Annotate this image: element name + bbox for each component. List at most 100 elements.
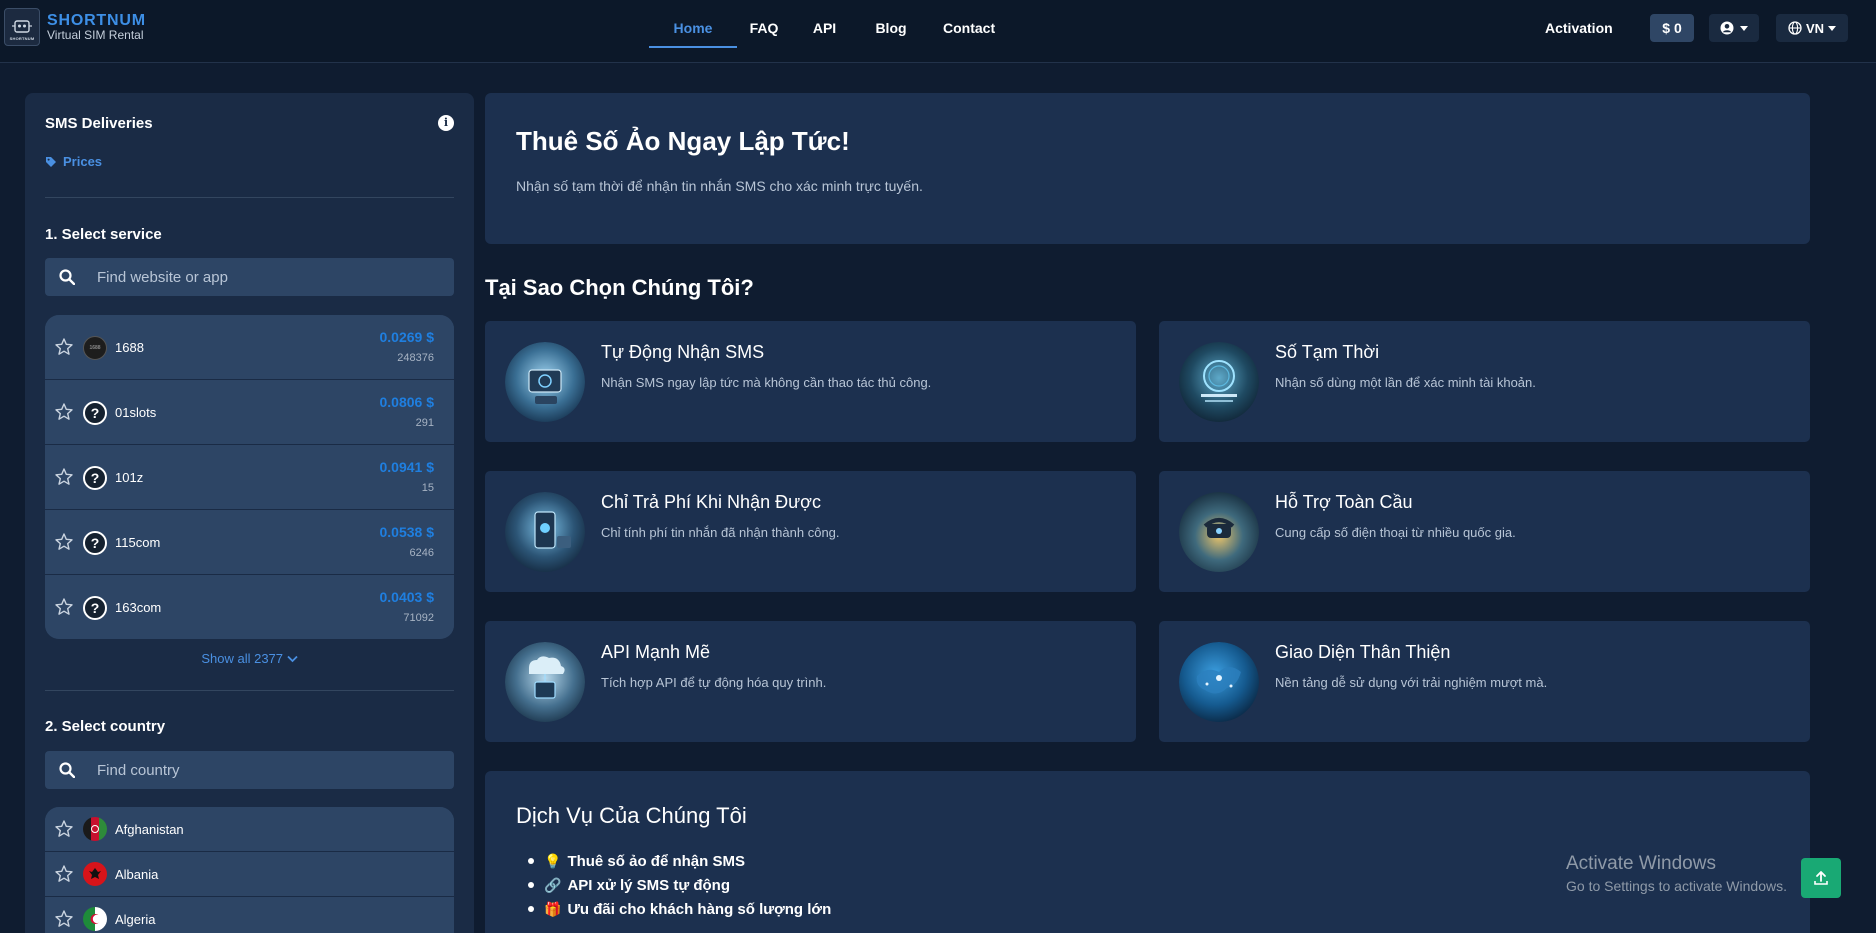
service-count: 291	[415, 417, 434, 429]
hero-banner: Thuê Số Ảo Ngay Lập Tức! Nhận số tạm thờ…	[485, 93, 1810, 244]
activation-link[interactable]: Activation	[1545, 20, 1613, 36]
chevron-down-icon	[1740, 25, 1748, 31]
gift-icon: 🎁	[544, 900, 562, 917]
globe-icon	[1788, 21, 1802, 35]
service-price: 0.0806 $	[379, 394, 435, 410]
star-icon[interactable]	[54, 864, 74, 884]
service-search[interactable]	[45, 258, 454, 296]
hero-title: Thuê Số Ảo Ngay Lập Tức!	[516, 126, 850, 156]
user-menu-button[interactable]	[1709, 14, 1759, 42]
feature-title: Chỉ Trả Phí Khi Nhận Được	[601, 492, 821, 512]
service-row-01slots[interactable]: ? 01slots 0.0806 $ 291	[45, 380, 454, 445]
sim-robot-icon	[12, 20, 32, 33]
afghanistan-flag-icon	[83, 817, 107, 841]
feature-desc: Nhận số dùng một lần để xác minh tài kho…	[1275, 375, 1536, 390]
service-name: 101z	[115, 470, 144, 485]
star-icon[interactable]	[54, 597, 74, 617]
star-icon[interactable]	[54, 909, 74, 929]
question-icon: ?	[83, 531, 107, 555]
sms-deliveries-panel: SMS Deliveries i Prices 1. Select servic…	[25, 93, 474, 933]
country-search-input[interactable]	[89, 761, 429, 779]
scroll-to-top-button[interactable]	[1801, 858, 1841, 898]
feature-desc: Nền tảng dễ sử dụng với trải nghiệm mượt…	[1275, 675, 1548, 690]
global-support-image	[1179, 492, 1259, 572]
question-icon: ?	[83, 466, 107, 490]
info-icon[interactable]: i	[438, 115, 454, 131]
feature-card-powerful-api: API Mạnh Mẽ Tích hợp API để tự động hóa …	[485, 621, 1136, 742]
country-search[interactable]	[45, 751, 454, 789]
logo-text: SHORTNUM	[9, 35, 35, 41]
windows-activation-watermark: Activate Windows Go to Settings to activ…	[1566, 852, 1787, 896]
brand[interactable]: SHORTNUM SHORTNUM Virtual SIM Rental	[4, 8, 146, 46]
feature-title: API Mạnh Mẽ	[601, 642, 711, 662]
feature-title: Số Tạm Thời	[1275, 342, 1380, 362]
temporary-number-image	[1179, 342, 1259, 422]
service-price: 0.0941 $	[379, 459, 435, 475]
feature-card-temporary-number: Số Tạm Thời Nhận số dùng một lần để xác …	[1159, 321, 1810, 442]
country-row-albania[interactable]: Albania	[45, 852, 454, 897]
service-row-115com[interactable]: ? 115com 0.0538 $ 6246	[45, 510, 454, 575]
feature-desc: Tích hợp API để tự động hóa quy trình.	[601, 675, 827, 690]
service-price: 0.0403 $	[379, 589, 435, 605]
language-selector[interactable]: VN	[1776, 14, 1848, 42]
service-search-input[interactable]	[89, 268, 429, 286]
user-circle-icon	[1720, 21, 1734, 35]
show-all-services-link[interactable]: Show all 2377	[25, 651, 474, 666]
country-name: Afghanistan	[115, 822, 184, 837]
feature-title: Tự Động Nhận SMS	[601, 342, 765, 362]
services-list-item: 🔗 API xử lý SMS tự động	[516, 873, 831, 897]
service-row-101z[interactable]: ? 101z 0.0941 $ 15	[45, 445, 454, 510]
algeria-flag-icon	[83, 907, 107, 931]
nav-blog[interactable]: Blog	[875, 0, 907, 48]
question-icon: ?	[83, 401, 107, 425]
feature-title: Hỗ Trợ Toàn Cầu	[1275, 492, 1413, 512]
nav-api[interactable]: API	[812, 0, 837, 48]
lightbulb-icon: 💡	[544, 852, 562, 869]
service-name: 115com	[115, 535, 161, 550]
services-list-item: 💡 Thuê số ảo để nhận SMS	[516, 849, 831, 873]
services-title: Dịch Vụ Của Chúng Tôi	[516, 803, 747, 828]
service-count: 6246	[409, 547, 434, 559]
nav-faq[interactable]: FAQ	[749, 0, 779, 48]
feature-desc: Cung cấp số điện thoại từ nhiều quốc gia…	[1275, 525, 1516, 540]
link-icon: 🔗	[544, 876, 562, 893]
services-list: 💡 Thuê số ảo để nhận SMS 🔗 API xử lý SMS t…	[516, 849, 831, 921]
logo: SHORTNUM	[4, 8, 40, 46]
upload-arrow-icon	[1814, 871, 1828, 885]
star-icon[interactable]	[54, 532, 74, 552]
country-name: Albania	[115, 867, 159, 882]
panel-title: SMS Deliveries	[45, 115, 153, 132]
nav-contact[interactable]: Contact	[943, 0, 995, 48]
main-nav: Home FAQ API Blog Contact	[649, 0, 995, 48]
feature-desc: Chỉ tính phí tin nhắn đã nhận thành công…	[601, 525, 840, 540]
select-service-title: 1. Select service	[45, 226, 162, 243]
feature-desc: Nhận SMS ngay lập tức mà không cần thao …	[601, 375, 932, 390]
nav-home[interactable]: Home	[649, 0, 737, 48]
service-logo-icon: 1688	[83, 336, 107, 360]
powerful-api-image	[505, 642, 585, 722]
star-icon[interactable]	[54, 467, 74, 487]
service-name: 01slots	[115, 405, 157, 420]
service-row-163com[interactable]: ? 163com 0.0403 $ 71092	[45, 575, 454, 639]
divider	[45, 197, 454, 198]
chevron-down-icon	[1828, 25, 1837, 31]
balance-button[interactable]: $ 0	[1650, 14, 1694, 42]
star-icon[interactable]	[54, 819, 74, 839]
service-list: 1688 1688 0.0269 $ 248376 ? 01slots 0.08…	[45, 315, 454, 639]
feature-card-pay-on-receive: Chỉ Trả Phí Khi Nhận Được Chỉ tính phí t…	[485, 471, 1136, 592]
auto-sms-image	[505, 342, 585, 422]
prices-link[interactable]: Prices	[45, 154, 102, 169]
albania-flag-icon	[83, 862, 107, 886]
prices-label: Prices	[63, 154, 103, 169]
brand-subtitle: Virtual SIM Rental	[47, 28, 144, 42]
service-row-1688[interactable]: 1688 1688 0.0269 $ 248376	[45, 315, 454, 380]
country-row-algeria[interactable]: Algeria	[45, 897, 454, 933]
country-row-afghanistan[interactable]: Afghanistan	[45, 807, 454, 852]
service-count: 15	[421, 482, 434, 494]
star-icon[interactable]	[54, 337, 74, 357]
country-name: Algeria	[115, 912, 156, 927]
watermark-line-1: Activate Windows	[1566, 853, 1716, 874]
star-icon[interactable]	[54, 402, 74, 422]
language-code: VN	[1805, 20, 1825, 36]
feature-card-global-support: Hỗ Trợ Toàn Cầu Cung cấp số điện thoại t…	[1159, 471, 1810, 592]
